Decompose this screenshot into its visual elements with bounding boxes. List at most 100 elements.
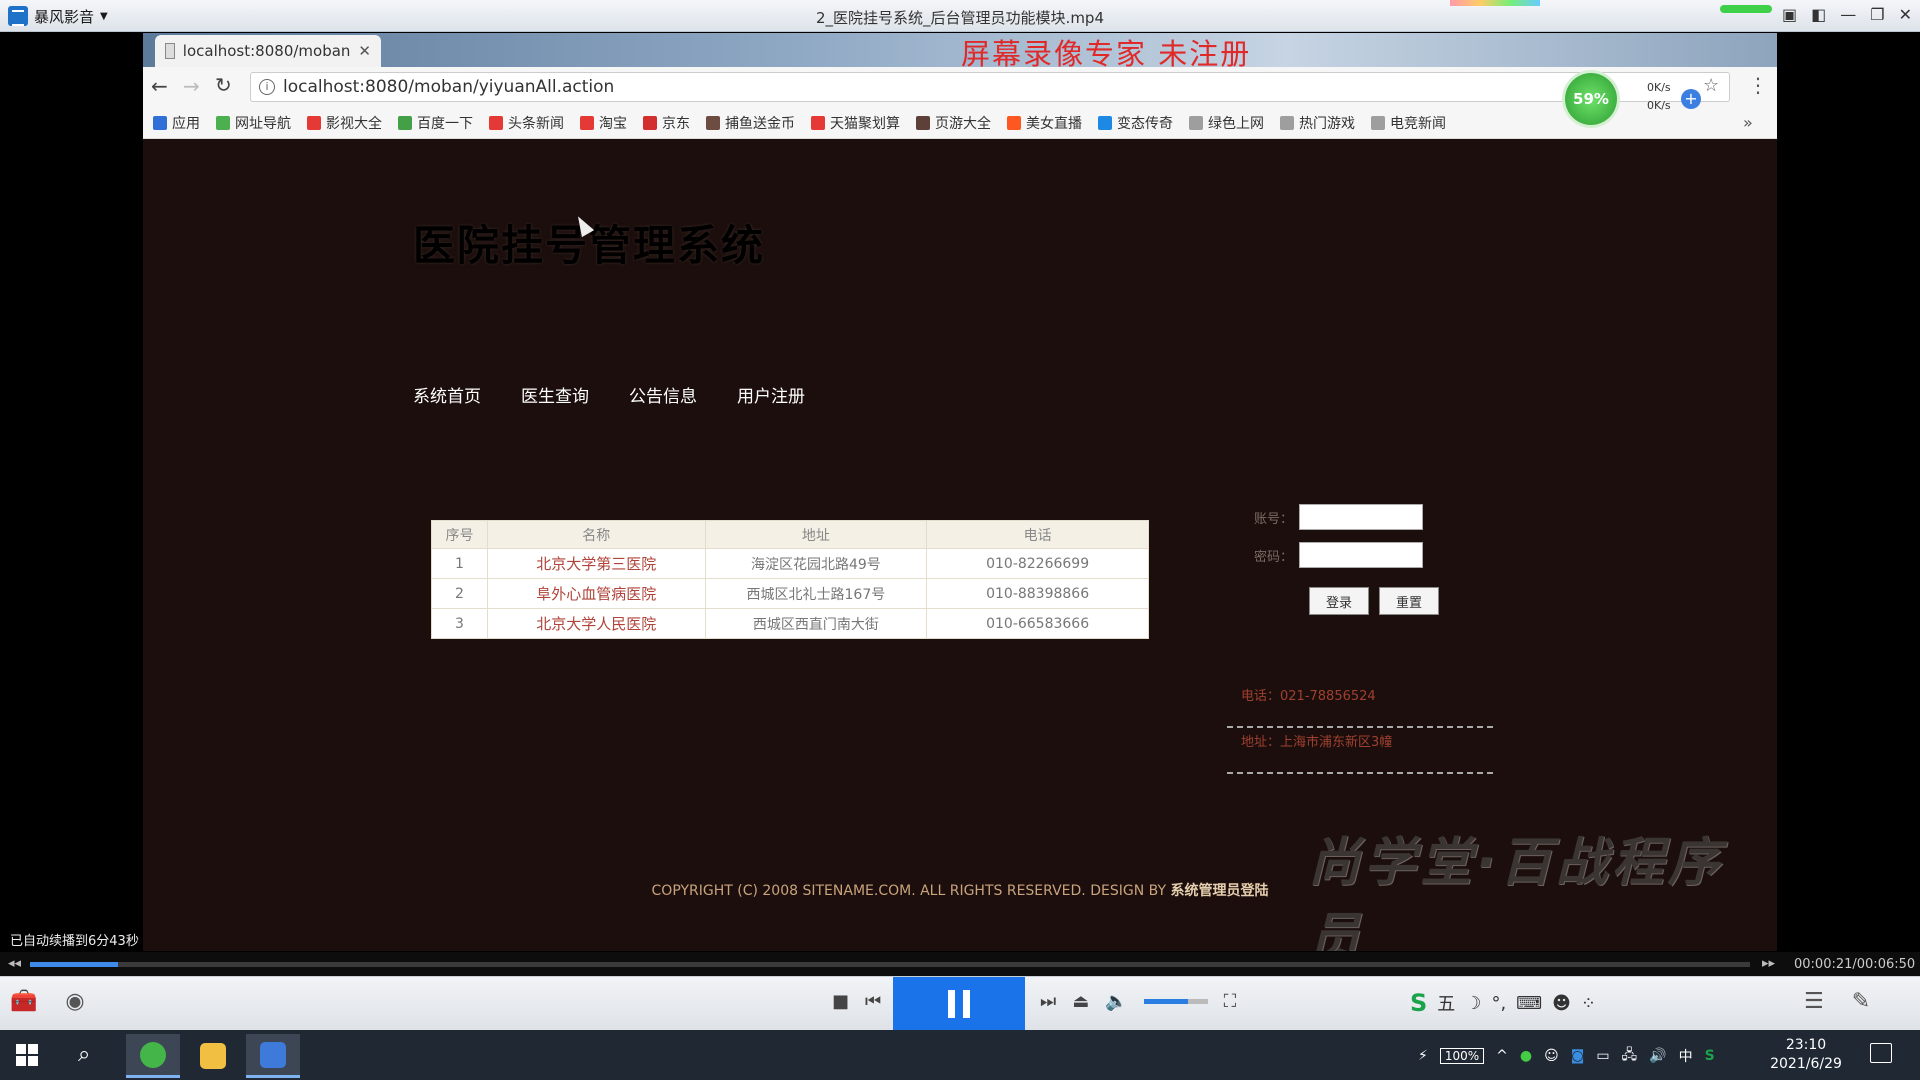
toolbox-icon[interactable]: 🧰 (10, 989, 37, 1014)
bookmark-item[interactable]: 捕鱼送金币 (706, 113, 795, 133)
hospital-name-link[interactable]: 阜外心血管病医院 (486, 578, 706, 609)
next-icon[interactable]: ⏭ (1040, 991, 1056, 1012)
chevron-up-icon[interactable]: ^ (1496, 1048, 1508, 1064)
restore-button[interactable]: ❐ (1870, 5, 1884, 24)
network-icon[interactable]: 🖧 (1622, 1044, 1638, 1068)
nav-register[interactable]: 用户注册 (737, 382, 805, 407)
taskbar-browser[interactable] (126, 1034, 180, 1078)
cell-phone: 010-66583666 (926, 608, 1149, 639)
qq-icon[interactable]: ☺ (1544, 1048, 1559, 1064)
volume-slider[interactable] (1143, 999, 1208, 1004)
power-icon[interactable]: ⚡ (1418, 1048, 1428, 1064)
sogou-tray-icon[interactable]: S (1705, 1048, 1715, 1064)
bookmark-label: 京东 (662, 115, 690, 132)
plus-icon[interactable]: + (1681, 89, 1701, 109)
nav-home[interactable]: 系统首页 (413, 382, 481, 407)
bookmark-item[interactable]: 头条新闻 (489, 113, 564, 133)
moon-icon[interactable]: ☽ (1465, 993, 1481, 1014)
bookmark-item[interactable]: 百度一下 (398, 113, 473, 133)
search-icon[interactable]: ⌕ (78, 1042, 90, 1067)
bookmark-label: 变态传奇 (1117, 115, 1173, 132)
browser-menu-icon[interactable]: ⋮ (1748, 73, 1768, 97)
rewind-icon[interactable]: ◂◂ (8, 956, 21, 971)
eye-icon[interactable]: ◉ (65, 989, 84, 1014)
nav-doctor-search[interactable]: 医生查询 (521, 382, 589, 407)
main-nav: 系统首页 医生查询 公告信息 用户注册 (413, 382, 805, 407)
tray-app-icon[interactable]: ● (1520, 1048, 1532, 1064)
cell-phone: 010-82266699 (926, 548, 1149, 579)
bookmark-item[interactable]: 电竞新闻 (1371, 113, 1446, 133)
back-arrow-icon[interactable]: ← (151, 74, 168, 98)
bookmark-star-icon[interactable]: ☆ (1703, 75, 1719, 96)
skin-icon[interactable]: ◧ (1811, 5, 1826, 24)
bookmark-label: 百度一下 (417, 115, 473, 132)
close-button[interactable]: ✕ (1899, 5, 1912, 24)
reload-icon[interactable]: ↻ (215, 73, 232, 97)
contact-address: 地址：上海市浦东新区3幢 (1227, 728, 1493, 774)
windows-start-icon[interactable] (16, 1044, 38, 1066)
nav-announcements[interactable]: 公告信息 (629, 382, 697, 407)
punctuation-icon[interactable]: °, (1491, 993, 1506, 1014)
stop-icon[interactable]: ■ (832, 991, 849, 1012)
password-input[interactable] (1299, 542, 1423, 568)
header-index: 序号 (431, 520, 488, 549)
apps-icon[interactable]: ⁘ (1581, 993, 1596, 1014)
clock-time: 23:10 (1785, 1037, 1827, 1053)
eject-icon[interactable]: ⏏ (1072, 991, 1089, 1012)
bookmark-item[interactable]: 变态传奇 (1098, 113, 1173, 133)
account-input[interactable] (1299, 504, 1423, 530)
settings-icon[interactable]: ✎ (1852, 989, 1870, 1014)
web-page: 医院挂号管理系统 系统首页 医生查询 公告信息 用户注册 序号 名称 地址 电话… (143, 140, 1777, 951)
clock[interactable]: 23:10 2021/6/29 (1756, 1036, 1856, 1074)
progress-bar[interactable] (30, 962, 1750, 967)
battery-indicator[interactable]: 100% (1439, 1048, 1485, 1064)
tab-close-icon[interactable]: ✕ (358, 42, 371, 60)
pause-button[interactable] (893, 977, 1025, 1031)
tray-device-icon[interactable]: ▭ (1596, 1048, 1609, 1064)
contact-info: 电话：021-78856524 地址：上海市浦东新区3幢 (1227, 682, 1493, 774)
contact-phone: 电话：021-78856524 (1227, 682, 1493, 728)
speaker-icon[interactable]: 🔊 (1649, 1048, 1666, 1064)
playlist-icon[interactable]: ☰ (1804, 989, 1824, 1014)
cell-address: 西城区西直门南大街 (704, 608, 928, 639)
user-icon[interactable]: ☻ (1552, 993, 1571, 1014)
admin-login-link[interactable]: 系统管理员登陆 (1170, 883, 1268, 899)
hospital-name-link[interactable]: 北京大学第三医院 (486, 548, 706, 579)
bookmark-item[interactable]: 天猫聚划算 (811, 113, 900, 133)
bookmark-item[interactable]: 影视大全 (307, 113, 382, 133)
taskbar-player[interactable] (246, 1034, 300, 1078)
tray-c-icon[interactable]: ◙ (1571, 1048, 1585, 1064)
notification-icon[interactable] (1870, 1043, 1892, 1063)
bookmark-item[interactable]: 热门游戏 (1280, 113, 1355, 133)
hospital-name-link[interactable]: 北京大学人民医院 (486, 608, 706, 639)
bookmark-item[interactable]: 京东 (643, 113, 690, 133)
bookmark-item[interactable]: 应用 (153, 113, 200, 133)
video-frame[interactable]: localhost:8080/moban ✕ 屏幕录像专家 未注册 ← → ↻ … (143, 33, 1777, 951)
bookmark-item[interactable]: 页游大全 (916, 113, 991, 133)
bookmark-item[interactable]: 淘宝 (580, 113, 627, 133)
browser-tab[interactable]: localhost:8080/moban ✕ (155, 35, 381, 67)
ime-indicator[interactable]: 中 (1679, 1046, 1693, 1066)
password-label: 密码： (1253, 549, 1293, 565)
info-icon[interactable]: i (259, 79, 275, 95)
previous-icon[interactable]: ⏮ (865, 991, 881, 1012)
fullscreen-icon[interactable]: ⛶ (1224, 991, 1237, 1012)
volume-icon[interactable]: 🔈 (1105, 991, 1127, 1012)
reset-button[interactable]: 重置 (1379, 587, 1439, 615)
forward-arrow-icon[interactable]: → (183, 74, 200, 98)
minimize-button[interactable]: — (1840, 5, 1856, 24)
network-speed-widget[interactable]: 59% 0K/s 0K/s + (1565, 73, 1705, 143)
url-text: localhost:8080/moban/yiyuanAll.action (283, 77, 615, 97)
bookmark-item[interactable]: 美女直播 (1007, 113, 1082, 133)
login-button[interactable]: 登录 (1309, 587, 1369, 615)
sogou-icon[interactable]: S (1410, 989, 1427, 1017)
fast-forward-icon[interactable]: ▸▸ (1762, 956, 1775, 971)
wubi-icon[interactable]: 五 (1437, 990, 1455, 1016)
more-bookmarks-icon[interactable]: » (1743, 113, 1753, 132)
taskbar-explorer[interactable] (186, 1034, 240, 1078)
bookmark-item[interactable]: 绿色上网 (1189, 113, 1264, 133)
keyboard-icon[interactable]: ⌨ (1516, 993, 1542, 1014)
bookmark-item[interactable]: 网址导航 (216, 113, 291, 133)
chat-icon[interactable]: ▣ (1782, 5, 1797, 24)
url-input[interactable]: i localhost:8080/moban/yiyuanAll.action (250, 72, 1730, 102)
